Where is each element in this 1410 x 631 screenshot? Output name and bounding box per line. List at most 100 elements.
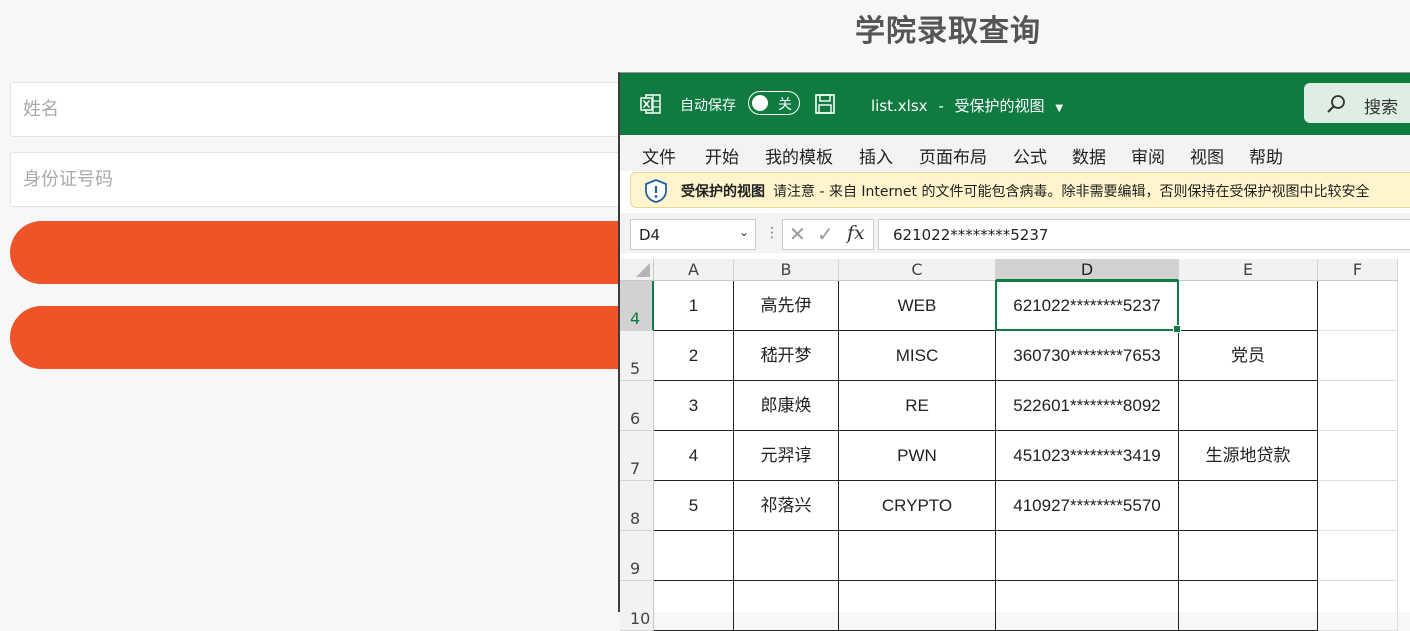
menu-view[interactable]: 视图 [1190,143,1224,168]
cell-e9[interactable] [1179,531,1318,581]
column-header-e[interactable]: E [1179,259,1318,281]
cell-b8[interactable]: 祁落兴 [734,481,839,531]
cell-d10[interactable] [996,581,1179,631]
row-header-8[interactable]: 8 [620,481,654,531]
chevron-down-icon: ⌄ [738,225,749,239]
title-separator: - [938,97,944,115]
cell-f9[interactable] [1318,531,1398,581]
more-options-icon[interactable]: ⋮ [765,225,779,241]
row-header-10[interactable]: 10 [620,581,654,631]
search-label: 搜索 [1364,98,1398,118]
menu-templates[interactable]: 我的模板 [765,143,833,168]
search-box[interactable]: 搜索 [1304,83,1410,123]
title-bar: 自动保存 关 list.xlsx - 受保护的视图 ▼ 搜索 [620,73,1410,135]
cell-a7[interactable]: 4 [654,431,734,481]
column-header-d[interactable]: D [996,259,1179,281]
cell-a8[interactable]: 5 [654,481,734,531]
cell-f8[interactable] [1318,481,1398,531]
row-header-5[interactable]: 5 [620,331,654,381]
cell-f5[interactable] [1318,331,1398,381]
cell-d5[interactable]: 360730********7653 [996,331,1179,381]
formula-bar: D4 ⌄ ⋮ ✕ ✓ fx 621022********5237 [620,213,1410,253]
ribbon-menu: 文件 开始 我的模板 插入 页面布局 公式 数据 审阅 视图 帮助 [620,135,1410,171]
menu-page-layout[interactable]: 页面布局 [919,143,987,168]
cell-d7[interactable]: 451023********3419 [996,431,1179,481]
cell-b9[interactable] [734,531,839,581]
name-input[interactable] [11,83,649,136]
protected-view-title: 受保护的视图 [681,184,765,200]
cell-b5[interactable]: 嵇开梦 [734,331,839,381]
column-header-b[interactable]: B [734,259,839,281]
function-icon[interactable]: fx [847,222,865,244]
cell-a10[interactable] [654,581,734,631]
cell-c8[interactable]: CRYPTO [839,481,996,531]
cell-a6[interactable]: 3 [654,381,734,431]
cancel-icon[interactable]: ✕ [789,222,806,246]
filename: list.xlsx [871,97,928,115]
row-header-9[interactable]: 9 [620,531,654,581]
column-header-a[interactable]: A [654,259,734,281]
menu-file[interactable]: 文件 [642,143,676,168]
name-field[interactable] [10,82,650,137]
row-header-4[interactable]: 4 [620,281,654,331]
cell-c4[interactable]: WEB [839,281,996,331]
id-number-input[interactable] [11,153,649,206]
select-all-corner[interactable] [620,259,654,281]
toggle-knob [752,95,768,111]
save-icon[interactable] [814,93,836,115]
menu-review[interactable]: 审阅 [1131,143,1165,168]
cell-a9[interactable] [654,531,734,581]
page-title: 学院录取查询 [855,14,1041,49]
cell-b7[interactable]: 元羿谆 [734,431,839,481]
cell-f10[interactable] [1318,581,1398,631]
menu-help[interactable]: 帮助 [1249,143,1283,168]
cell-d9[interactable] [996,531,1179,581]
cell-f7[interactable] [1318,431,1398,481]
file-title[interactable]: list.xlsx - 受保护的视图 ▼ [871,95,1063,116]
row-header-7[interactable]: 7 [620,431,654,481]
menu-formulas[interactable]: 公式 [1013,143,1047,168]
cell-e8[interactable] [1179,481,1318,531]
secondary-button[interactable] [10,306,670,369]
cell-c7[interactable]: PWN [839,431,996,481]
cell-d6[interactable]: 522601********8092 [996,381,1179,431]
name-box[interactable]: D4 ⌄ [630,219,756,250]
menu-insert[interactable]: 插入 [859,143,893,168]
cell-e4[interactable] [1179,281,1318,331]
cell-f6[interactable] [1318,381,1398,431]
cell-c10[interactable] [839,581,996,631]
column-header-f[interactable]: F [1318,259,1398,281]
cell-e7[interactable]: 生源地贷款 [1179,431,1318,481]
search-icon [1327,95,1345,113]
query-button[interactable] [10,221,670,284]
formula-value: 621022********5237 [893,226,1049,244]
cell-f4[interactable] [1318,281,1398,331]
cell-a4[interactable]: 1 [654,281,734,331]
column-header-c[interactable]: C [839,259,996,281]
formula-buttons: ✕ ✓ fx [782,219,874,250]
cell-b6[interactable]: 郎康焕 [734,381,839,431]
cell-c9[interactable] [839,531,996,581]
cell-a5[interactable]: 2 [654,331,734,381]
autosave-toggle[interactable]: 关 [748,91,800,115]
formula-input[interactable]: 621022********5237 [878,219,1410,250]
cell-e5[interactable]: 党员 [1179,331,1318,381]
cell-e10[interactable] [1179,581,1318,631]
protected-view-message: 请注意 - 来自 Internet 的文件可能包含病毒。除非需要编辑，否则保持在… [773,184,1370,200]
row-header-6[interactable]: 6 [620,381,654,431]
cell-b10[interactable] [734,581,839,631]
menu-data[interactable]: 数据 [1072,143,1106,168]
menu-home[interactable]: 开始 [705,143,739,168]
protected-view-bar: 受保护的视图 请注意 - 来自 Internet 的文件可能包含病毒。除非需要编辑… [630,172,1410,208]
check-icon[interactable]: ✓ [817,222,834,246]
spreadsheet-grid[interactable]: A B C D E F 4 1 高先伊 WEB 621022********5237 5 2 嵇开梦 MIS… [620,259,1410,631]
excel-logo-icon [640,94,661,114]
cell-b4[interactable]: 高先伊 [734,281,839,331]
cell-e6[interactable] [1179,381,1318,431]
cell-d8[interactable]: 410927********5570 [996,481,1179,531]
cell-d4[interactable]: 621022********5237 [996,281,1179,331]
shield-icon [645,179,667,203]
id-number-field[interactable] [10,152,650,207]
cell-c6[interactable]: RE [839,381,996,431]
cell-c5[interactable]: MISC [839,331,996,381]
